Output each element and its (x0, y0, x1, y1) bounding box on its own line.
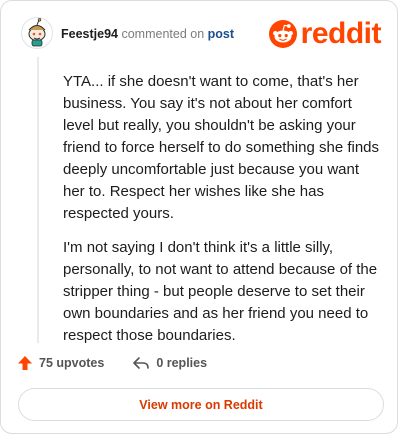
reply-button[interactable]: 0 replies (132, 355, 207, 371)
comment-actions: 75 upvotes 0 replies (17, 351, 207, 375)
comment-body: YTA... if she doesn't want to come, that… (63, 71, 381, 359)
username-link[interactable]: Feestje94 (61, 27, 118, 41)
thread-line[interactable] (37, 57, 39, 343)
upvote-count: 75 upvotes (39, 356, 105, 370)
post-link[interactable]: post (208, 27, 234, 41)
comment-embed-card: Feestje94 commented on post reddit YTA..… (0, 0, 398, 434)
view-more-button[interactable]: View more on Reddit (18, 388, 384, 421)
upvote-arrow-icon (18, 356, 32, 370)
comment-byline: Feestje94 commented on post (61, 26, 234, 42)
user-avatar[interactable] (21, 17, 53, 49)
comment-header: Feestje94 commented on post reddit (1, 1, 397, 61)
reply-arrow-icon (133, 357, 150, 369)
reddit-wordmark: reddit (300, 17, 382, 50)
upvote-button[interactable]: 75 upvotes (17, 355, 104, 371)
comment-paragraph-2: I'm not saying I don't think it's a litt… (63, 239, 378, 344)
reply-count: 0 replies (156, 356, 208, 370)
commented-on-text: commented on (121, 27, 205, 41)
comment-paragraph-1: YTA... if she doesn't want to come, that… (63, 73, 380, 222)
avatar-snoo-icon (21, 17, 53, 49)
reddit-snoo-icon (268, 20, 297, 48)
reddit-logo[interactable]: reddit (268, 17, 382, 50)
